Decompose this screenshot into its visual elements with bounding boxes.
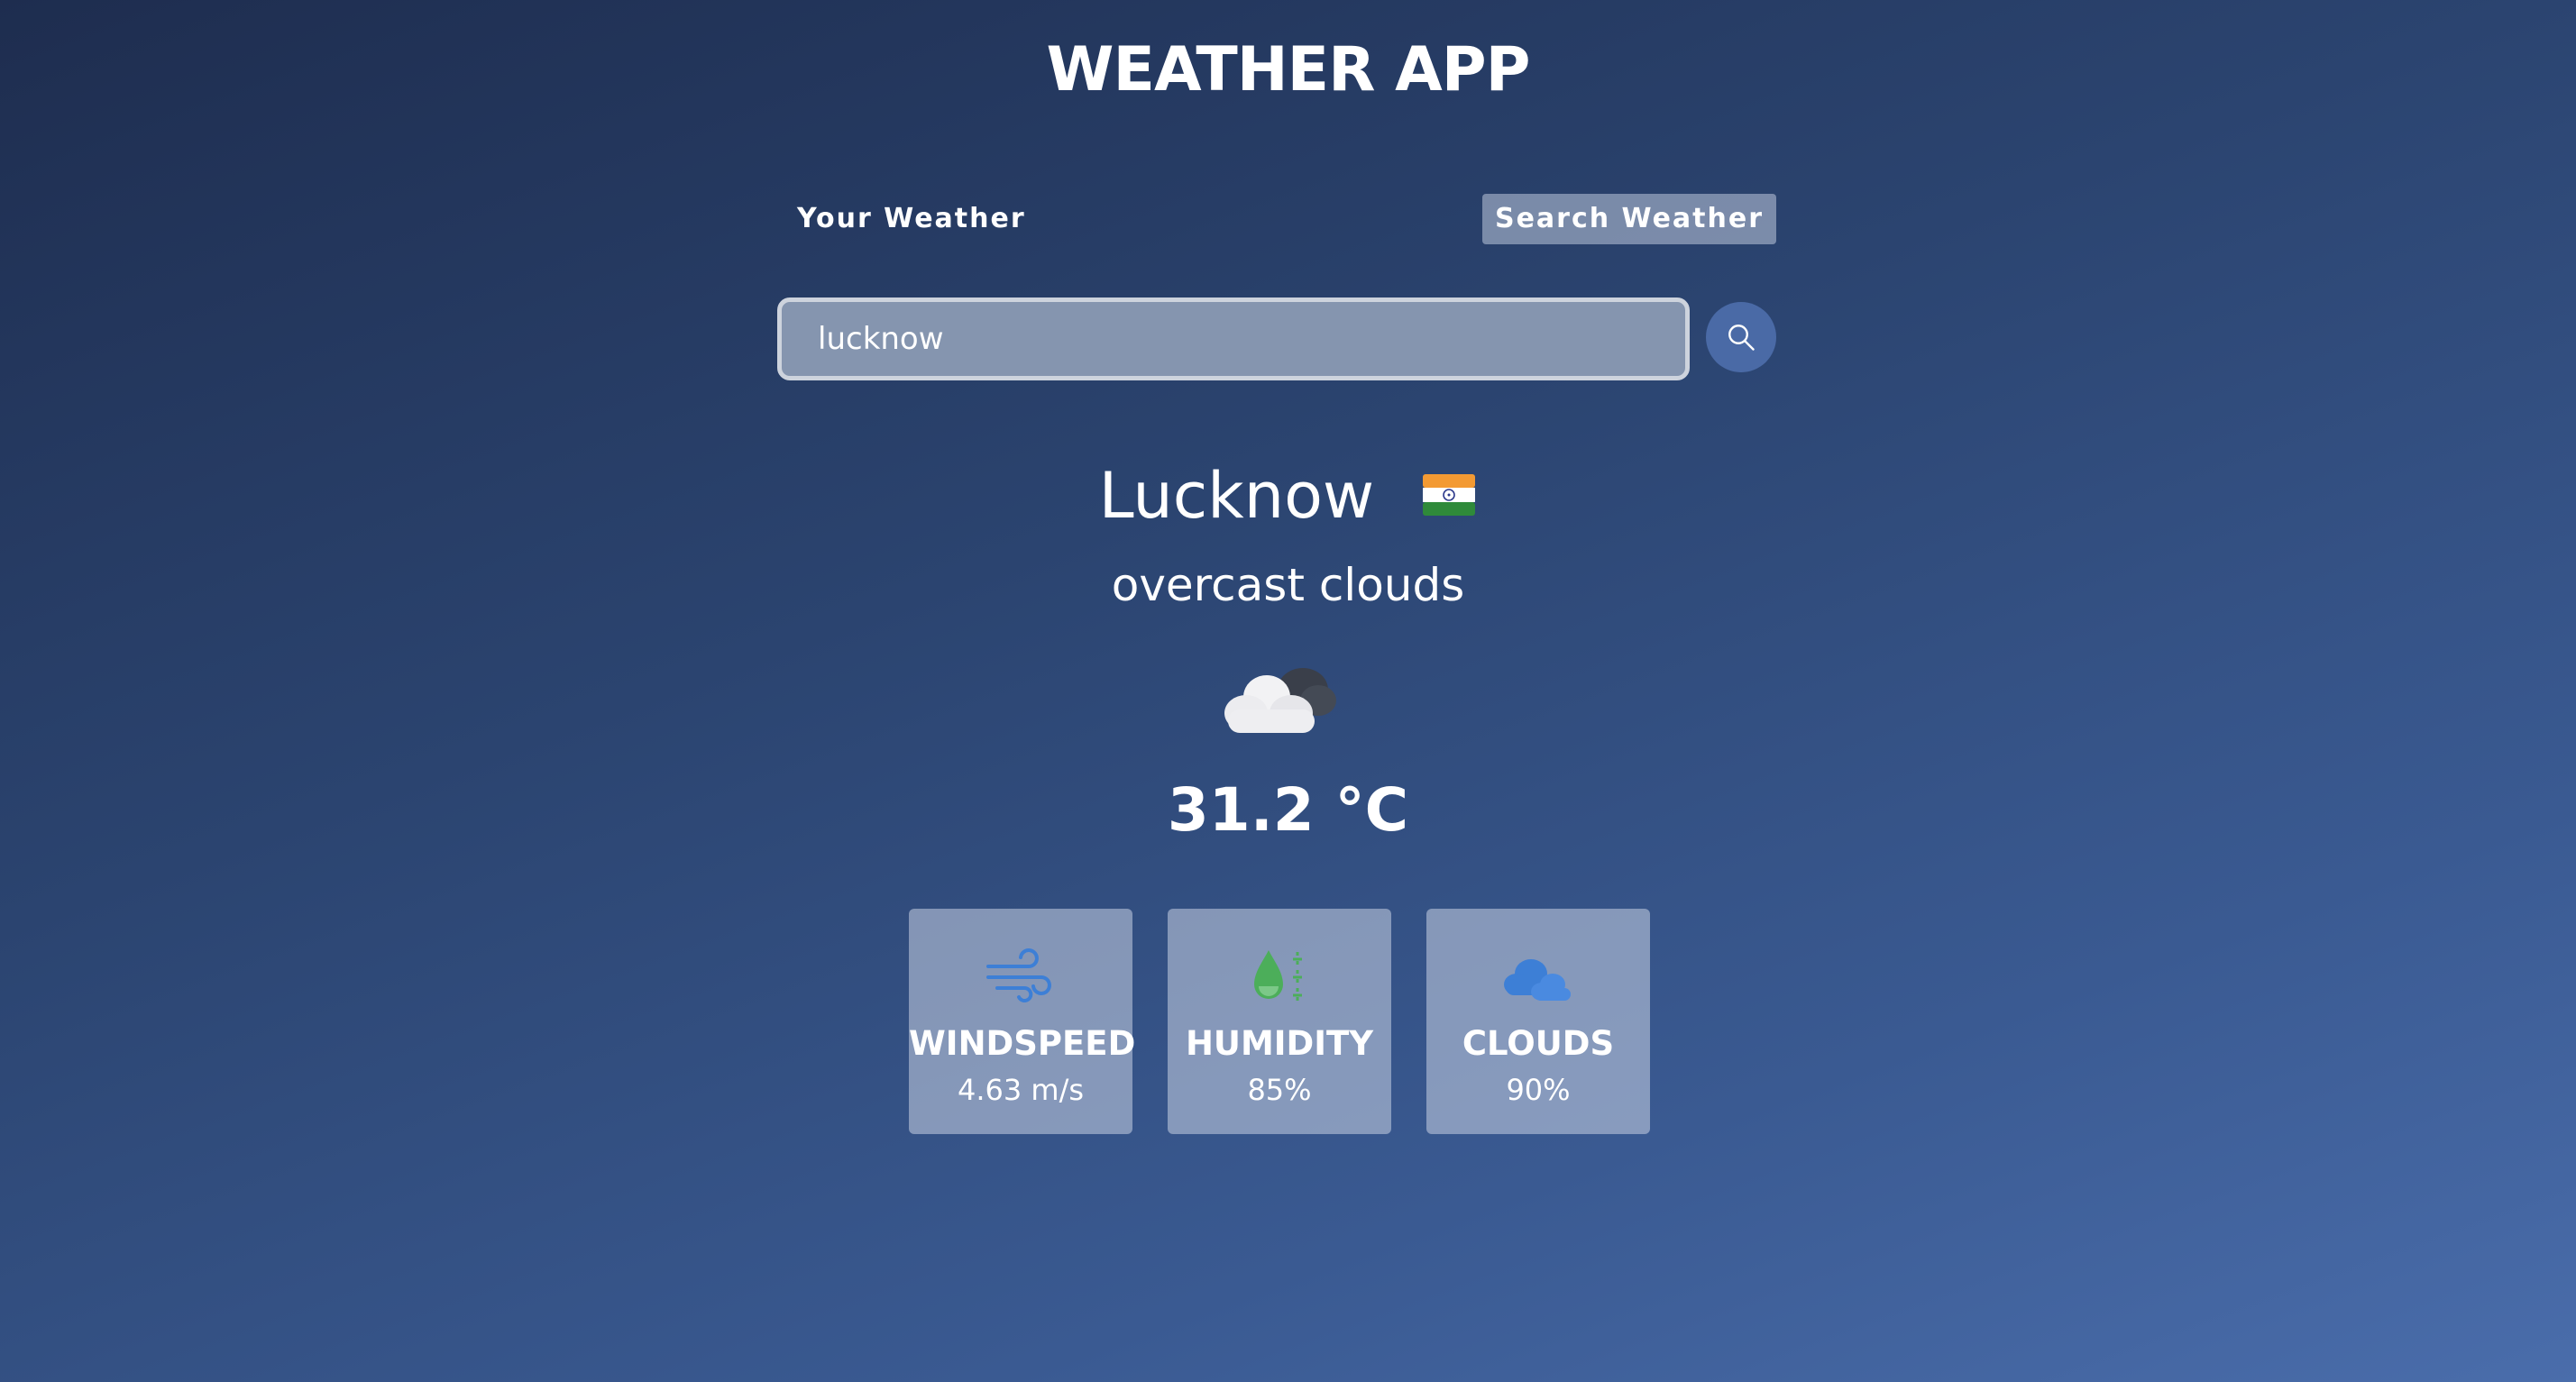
overcast-clouds-icon xyxy=(1224,668,1336,733)
humidity-icon xyxy=(1254,950,1302,1002)
wind-icon xyxy=(986,948,1051,1002)
tab-search-weather[interactable]: Search Weather xyxy=(1481,194,1776,244)
app-title: WEATHER APP xyxy=(1046,34,1531,105)
city-name: Lucknow xyxy=(1098,459,1375,533)
city-row: Lucknow xyxy=(0,455,2576,536)
humidity-value: 85% xyxy=(1247,1073,1312,1107)
clouds-title: CLOUDS xyxy=(1462,1024,1615,1063)
search-form xyxy=(777,297,1776,380)
search-button[interactable] xyxy=(1706,302,1776,372)
tab-bar: Your Weather Search Weather xyxy=(784,194,1776,244)
humidity-title: HUMIDITY xyxy=(1185,1024,1374,1063)
humidity-card: HUMIDITY 85% xyxy=(1168,909,1391,1134)
weather-description: overcast clouds xyxy=(1111,559,1465,611)
india-flag-icon xyxy=(1423,473,1476,516)
tab-your-weather[interactable]: Your Weather xyxy=(784,194,1039,244)
windspeed-value: 4.63 m/s xyxy=(957,1073,1085,1107)
clouds-value: 90% xyxy=(1506,1073,1571,1107)
clouds-icon xyxy=(1504,959,1571,1001)
search-icon xyxy=(1728,325,1755,351)
stats-cards: WINDSPEED 4.63 m/s HUMIDITY 85% CLOUDS 9… xyxy=(909,909,1650,1134)
clouds-card: CLOUDS 90% xyxy=(1426,909,1650,1134)
windspeed-card: WINDSPEED 4.63 m/s xyxy=(909,909,1136,1134)
windspeed-title: WINDSPEED xyxy=(909,1024,1136,1063)
search-input[interactable] xyxy=(777,297,1690,380)
temperature: 31.2 °C xyxy=(1167,775,1409,845)
